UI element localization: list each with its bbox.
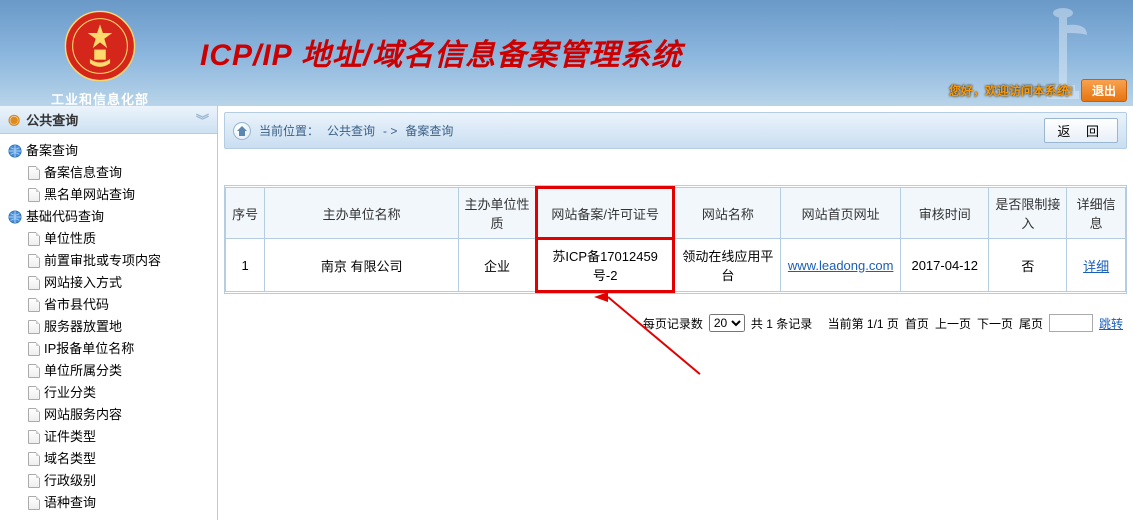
tree-item[interactable]: 语种查询 (28, 492, 213, 514)
pager-jump-input[interactable] (1049, 314, 1093, 332)
tree-item[interactable]: 省市县代码 (28, 294, 213, 316)
tree-item[interactable]: 行政级别 (28, 470, 213, 492)
page-icon (28, 430, 40, 444)
page-icon (28, 342, 40, 356)
pager-next[interactable]: 下一页 (977, 315, 1013, 332)
pager-last[interactable]: 尾页 (1019, 315, 1043, 332)
result-table-wrap: 序号 主办单位名称 主办单位性质 网站备案/许可证号 网站名称 网站首页网址 审… (224, 185, 1127, 294)
return-button[interactable]: 返 回 (1044, 118, 1118, 143)
page-icon (28, 386, 40, 400)
nav-tree: 备案查询 备案信息查询 黑名单网站查询 基础代码查询 单位性质 前置审批或专项内… (0, 134, 217, 520)
chevron-down-icon: ︾ (196, 110, 209, 129)
cell-homeurl: www.leadong.com (781, 239, 901, 292)
th-detail: 详细信息 (1067, 188, 1126, 239)
cell-org: 南京 有限公司 (265, 239, 459, 292)
app-header: 工业和信息化部 ICP/IP 地址/域名信息备案管理系统 您好，欢迎访问本系统!… (0, 0, 1133, 106)
per-page-label: 每页记录数 (643, 315, 703, 332)
tree-item[interactable]: IP报备单位名称 (28, 338, 213, 360)
th-sitename: 网站名称 (674, 188, 781, 239)
org-name: 工业和信息化部 (0, 89, 200, 108)
welcome-bar: 您好，欢迎访问本系统! 退出 (949, 79, 1127, 102)
breadcrumb-prefix: 当前位置： (259, 122, 319, 139)
tree-item[interactable]: 网站服务内容 (28, 404, 213, 426)
table-header-row: 序号 主办单位名称 主办单位性质 网站备案/许可证号 网站名称 网站首页网址 审… (226, 188, 1126, 239)
result-table: 序号 主办单位名称 主办单位性质 网站备案/许可证号 网站名称 网站首页网址 审… (225, 186, 1126, 293)
page-icon (28, 452, 40, 466)
breadcrumb: 当前位置： 公共查询 - > 备案查询 返 回 (224, 112, 1127, 149)
welcome-text: 您好，欢迎访问本系统! (949, 82, 1073, 99)
logo-area: 工业和信息化部 (0, 0, 200, 108)
cell-license: 苏ICP备17012459号-2 (536, 239, 673, 292)
detail-link[interactable]: 详细 (1083, 259, 1109, 274)
tree-item[interactable]: 服务器放置地 (28, 316, 213, 338)
cell-detail: 详细 (1067, 239, 1126, 292)
breadcrumb-path1[interactable]: 公共查询 (327, 122, 375, 139)
th-nature: 主办单位性质 (458, 188, 536, 239)
th-reviewtime: 审核时间 (901, 188, 989, 239)
cell-sitename: 领动在线应用平台 (674, 239, 781, 292)
page-icon (28, 474, 40, 488)
page-icon (28, 166, 40, 180)
tree-item[interactable]: 黑名单网站查询 (28, 184, 213, 206)
tree-item[interactable]: 行业分类 (28, 382, 213, 404)
page-icon (28, 298, 40, 312)
title-area: ICP/IP 地址/域名信息备案管理系统 (200, 0, 1133, 74)
breadcrumb-sep: - > (383, 124, 397, 138)
pager-page: 当前第 1/1 页 (828, 315, 899, 332)
th-seq: 序号 (226, 188, 265, 239)
th-restricted: 是否限制接入 (989, 188, 1067, 239)
page-icon (28, 232, 40, 246)
pager-jump-link[interactable]: 跳转 (1099, 315, 1123, 332)
page-icon (28, 496, 40, 510)
cell-nature: 企业 (458, 239, 536, 292)
tree-item[interactable]: 证件类型 (28, 426, 213, 448)
tree-group-beian[interactable]: 备案查询 (8, 140, 213, 162)
tree-item[interactable]: 备案信息查询 (28, 162, 213, 184)
pager-total: 共 1 条记录 (751, 315, 812, 332)
cell-seq: 1 (226, 239, 265, 292)
cell-restricted: 否 (989, 239, 1067, 292)
national-emblem-icon (64, 10, 136, 82)
per-page-select[interactable]: 20 (709, 314, 745, 332)
tree-item[interactable]: 单位所属分类 (28, 360, 213, 382)
pager: 每页记录数 20 共 1 条记录 当前第 1/1 页 首页 上一页 下一页 尾页… (224, 310, 1127, 336)
tree-item[interactable]: 前置审批或专项内容 (28, 250, 213, 272)
sidebar-title: 公共查询 (26, 110, 78, 129)
th-org: 主办单位名称 (265, 188, 459, 239)
pager-prev[interactable]: 上一页 (935, 315, 971, 332)
system-title: ICP/IP 地址/域名信息备案管理系统 (200, 30, 1133, 74)
tree-item[interactable]: 单位性质 (28, 228, 213, 250)
page-icon (28, 364, 40, 378)
page-icon (28, 188, 40, 202)
logout-button[interactable]: 退出 (1081, 79, 1127, 102)
globe-icon (8, 144, 22, 158)
home-url-link[interactable]: www.leadong.com (788, 258, 894, 273)
page-icon (28, 408, 40, 422)
sidebar: ◉ 公共查询 ︾ 备案查询 备案信息查询 黑名单网站查询 基础代码查询 单位性质… (0, 106, 218, 520)
breadcrumb-path2: 备案查询 (405, 122, 453, 139)
page-icon (28, 320, 40, 334)
page-icon (28, 254, 40, 268)
tree-item[interactable]: 网站接入方式 (28, 272, 213, 294)
home-icon[interactable] (233, 122, 251, 140)
bullet-icon: ◉ (8, 111, 20, 128)
tree-item[interactable]: 域名类型 (28, 448, 213, 470)
globe-icon (8, 210, 22, 224)
cell-reviewtime: 2017-04-12 (901, 239, 989, 292)
main-content: 当前位置： 公共查询 - > 备案查询 返 回 序号 主办单位名称 主办单位性质… (218, 106, 1133, 520)
th-license: 网站备案/许可证号 (536, 188, 673, 239)
tree-group-jichu[interactable]: 基础代码查询 (8, 206, 213, 228)
page-icon (28, 276, 40, 290)
table-row: 1 南京 有限公司 企业 苏ICP备17012459号-2 领动在线应用平台 w… (226, 239, 1126, 292)
sidebar-header[interactable]: ◉ 公共查询 ︾ (0, 106, 217, 134)
pager-first[interactable]: 首页 (905, 315, 929, 332)
th-homeurl: 网站首页网址 (781, 188, 901, 239)
